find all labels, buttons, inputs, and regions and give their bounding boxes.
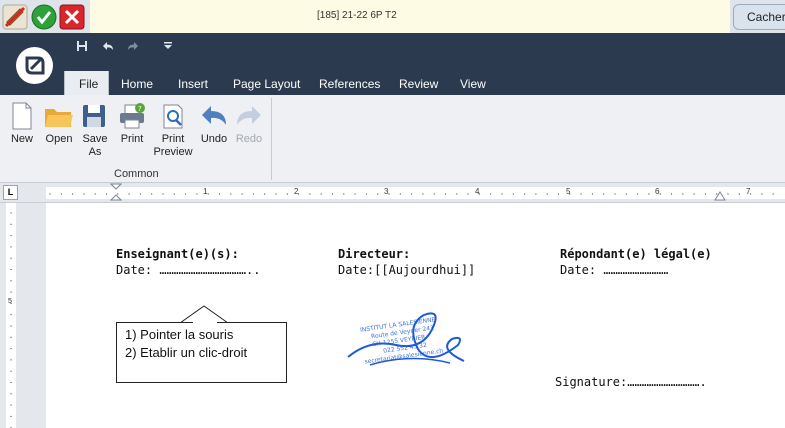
right-indent-marker[interactable] [714,191,726,201]
new-button[interactable]: New [9,102,35,146]
print-button[interactable]: ? Print [118,102,146,146]
teacher-heading: Enseignant(e)(s): [116,247,239,261]
undo-label: Undo [200,133,228,145]
ruler-number: 4 [475,187,480,196]
redo-label: Redo [235,133,263,145]
printer-icon: ? [118,102,146,130]
vertical-ruler-number: 5 [8,298,12,305]
redo-button[interactable]: Redo [234,102,264,146]
save-as-label: Save As [82,133,108,158]
signature-line: Signature:…………………………. [555,375,707,389]
vertical-ruler-strip: 5 [6,203,16,428]
ruler-number: 3 [384,187,389,196]
tab-file[interactable]: File [64,71,109,96]
undo-button[interactable]: Undo [199,102,229,146]
horizontal-ruler[interactable]: L 1 2 3 4 5 6 7 [0,183,785,203]
save-as-button[interactable]: Save As [81,102,109,159]
window-title: [185] 21-22 6P T2 [317,10,397,21]
cancel-x-icon[interactable] [59,4,85,30]
top-toolbar: [185] 21-22 6P T2 Cacher [0,0,785,33]
page-margin-gutter [20,203,46,428]
left-indent-marker[interactable] [110,183,122,203]
dropdown-icon[interactable] [163,40,173,55]
tab-page-layout[interactable]: Page Layout [233,71,300,96]
tab-home[interactable]: Home [121,71,153,96]
ruler-number: 7 [746,187,751,196]
callout-pointer-join [193,321,217,323]
print-label: Print [120,133,144,145]
director-date: Date:[[Aujourdhui]] [338,263,476,277]
hide-button[interactable]: Cacher [733,4,785,30]
svg-text:?: ? [138,105,142,113]
print-preview-label: Print Preview [153,133,193,158]
open-label: Open [45,133,73,145]
tab-view[interactable]: View [460,71,486,96]
ruler-number: 5 [566,187,571,196]
save-icon[interactable] [76,40,88,55]
tab-review[interactable]: Review [399,71,438,96]
print-preview-button[interactable]: Print Preview [152,102,194,159]
tab-stop-selector[interactable]: L [3,185,18,200]
redo-icon[interactable] [126,40,140,55]
print-preview-icon [161,102,185,130]
undo-icon[interactable] [101,40,115,55]
app-logo-icon[interactable] [16,47,53,84]
guardian-heading: Répondant(e) légal(e) [560,247,712,261]
school-stamp: INSTITUT LA SALESIENNE Route de Veyrier … [340,305,480,380]
instruction-callout: 1) Pointer la souris 2) Etablir un clic-… [116,322,287,383]
title-area [90,0,730,33]
ruler-number: 1 [203,187,208,196]
accept-check-icon[interactable] [31,4,57,30]
ruler-number: 2 [294,187,299,196]
ruler-number: 6 [655,187,660,196]
vertical-ruler[interactable]: 5 [0,203,20,428]
ruler-strip [46,187,785,199]
director-heading: Directeur: [338,247,411,261]
undo-large-icon [199,102,229,130]
pencil-icon[interactable] [2,4,28,30]
tab-references[interactable]: References [319,71,380,96]
new-label: New [10,133,33,145]
callout-line-2: 2) Etablir un clic-droit [125,345,248,360]
group-separator [271,98,272,180]
teacher-date: Date: ……………………………….. [116,263,261,277]
app-menu-bar [0,33,785,95]
new-document-icon [10,102,34,130]
tab-insert[interactable]: Insert [178,71,208,96]
redo-large-icon [234,102,264,130]
callout-line-1: 1) Pointer la souris [125,327,234,342]
open-folder-icon [44,102,74,130]
open-button[interactable]: Open [43,102,75,146]
guardian-date: Date: ……………………… [560,263,669,277]
save-as-icon [82,102,108,130]
group-label-common: Common [114,168,159,180]
